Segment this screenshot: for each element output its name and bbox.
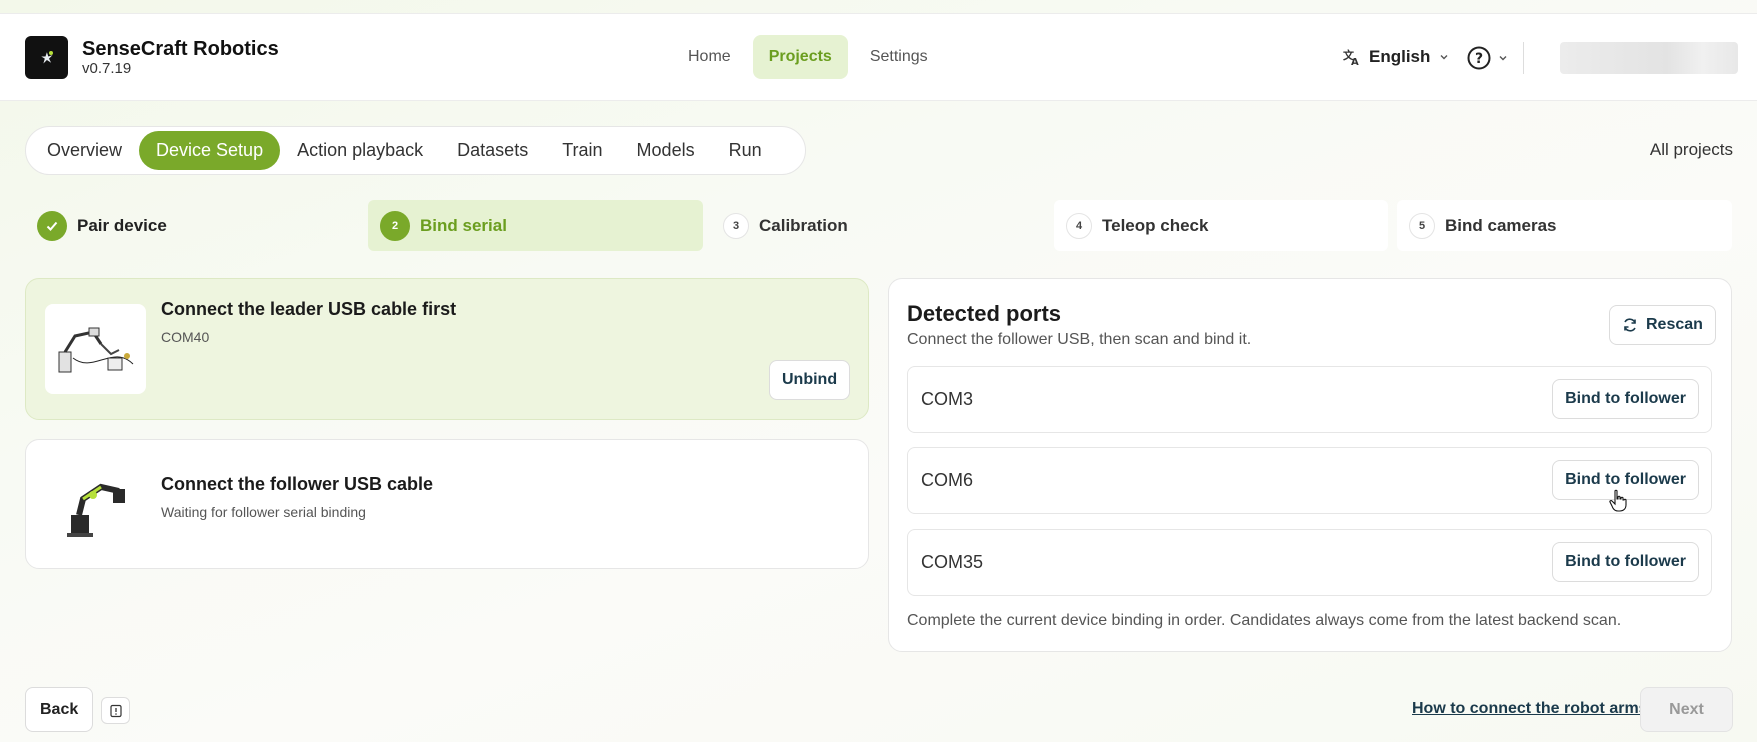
all-projects-link[interactable]: All projects <box>1650 140 1733 160</box>
next-button[interactable]: Next <box>1640 687 1733 732</box>
app-logo <box>25 36 68 79</box>
svg-text:A: A <box>1351 57 1359 66</box>
leader-card: Connect the leader USB cable first COM40… <box>25 278 869 420</box>
project-tabs: Overview Device Setup Action playback Da… <box>25 126 806 175</box>
tab-run[interactable]: Run <box>712 131 779 170</box>
refresh-icon <box>1624 318 1636 332</box>
step-teleop-check[interactable]: 4 Teleop check <box>1054 200 1388 251</box>
bind-to-follower-button[interactable]: Bind to follower <box>1552 379 1699 419</box>
header-divider <box>1523 42 1524 74</box>
nav-home[interactable]: Home <box>672 35 747 79</box>
help-circle-icon: ? <box>1467 46 1491 70</box>
tab-device-setup[interactable]: Device Setup <box>139 131 281 170</box>
step-label: Calibration <box>759 215 848 235</box>
notes-button[interactable] <box>101 697 130 724</box>
chevron-down-icon <box>1499 56 1507 61</box>
nav-settings[interactable]: Settings <box>854 35 944 79</box>
ports-title: Detected ports <box>907 301 1062 326</box>
port-name: COM6 <box>921 470 974 490</box>
port-row: COM3 Bind to follower <box>907 366 1712 433</box>
leader-title: Connect the leader USB cable first <box>161 299 457 319</box>
step-label: Bind cameras <box>1445 215 1557 235</box>
step-calibration[interactable]: 3 Calibration <box>711 200 1046 251</box>
ports-footer-note: Complete the current device binding in o… <box>907 612 1622 629</box>
step-label: Bind serial <box>420 215 507 235</box>
step-label: Pair device <box>77 215 167 235</box>
leader-arm-image <box>45 304 146 394</box>
follower-card: Connect the follower USB cable Waiting f… <box>25 439 869 569</box>
main-nav: Home Projects Settings <box>672 35 944 79</box>
rescan-label: Rescan <box>1646 316 1703 333</box>
how-to-connect-link[interactable]: How to connect the robot arms <box>1412 700 1648 718</box>
language-selector[interactable]: 文 A English <box>1343 47 1450 67</box>
language-label: English <box>1369 47 1431 66</box>
svg-text:?: ? <box>1475 51 1483 67</box>
help-menu[interactable]: ? <box>1467 46 1509 70</box>
follower-arm-image <box>45 460 146 550</box>
step-number: 3 <box>723 212 749 239</box>
tab-train[interactable]: Train <box>545 131 619 170</box>
leader-port: COM40 <box>161 329 210 345</box>
tab-datasets[interactable]: Datasets <box>440 131 545 170</box>
tab-action-playback[interactable]: Action playback <box>280 131 440 170</box>
app-version: v0.7.19 <box>82 60 132 77</box>
port-row: COM35 Bind to follower <box>907 529 1712 596</box>
hand-cursor-icon <box>1609 489 1627 512</box>
app-header: SenseCraft Robotics v0.7.19 Home Project… <box>0 13 1757 101</box>
port-name: COM3 <box>921 389 974 409</box>
detected-ports-card: Detected ports Connect the follower USB,… <box>888 278 1732 652</box>
step-label: Teleop check <box>1102 215 1209 235</box>
nav-projects[interactable]: Projects <box>752 35 848 79</box>
back-button[interactable]: Back <box>25 687 94 732</box>
translate-icon: 文 A <box>1343 48 1359 66</box>
tab-overview[interactable]: Overview <box>30 131 139 170</box>
step-number: 4 <box>1066 212 1092 239</box>
step-pair-device[interactable]: Pair device <box>25 200 361 251</box>
check-icon <box>37 210 67 241</box>
tab-models[interactable]: Models <box>620 131 712 170</box>
rescan-button[interactable]: Rescan <box>1609 305 1716 345</box>
bind-to-follower-button[interactable]: Bind to follower <box>1552 542 1699 582</box>
follower-status: Waiting for follower serial binding <box>161 504 366 520</box>
note-alert-icon <box>109 704 122 717</box>
step-bind-serial[interactable]: 2 Bind serial <box>368 200 703 251</box>
ports-subtitle: Connect the follower USB, then scan and … <box>907 331 1252 348</box>
step-bind-cameras[interactable]: 5 Bind cameras <box>1397 200 1732 251</box>
chevron-down-icon <box>1440 55 1448 60</box>
step-number: 5 <box>1409 212 1435 239</box>
port-row: COM6 Bind to follower <box>907 447 1712 514</box>
follower-title: Connect the follower USB cable <box>161 474 434 494</box>
port-name: COM35 <box>921 552 984 572</box>
step-number: 2 <box>380 210 410 241</box>
user-account[interactable] <box>1560 42 1738 74</box>
app-title: SenseCraft Robotics <box>82 38 279 60</box>
unbind-button[interactable]: Unbind <box>769 360 851 400</box>
